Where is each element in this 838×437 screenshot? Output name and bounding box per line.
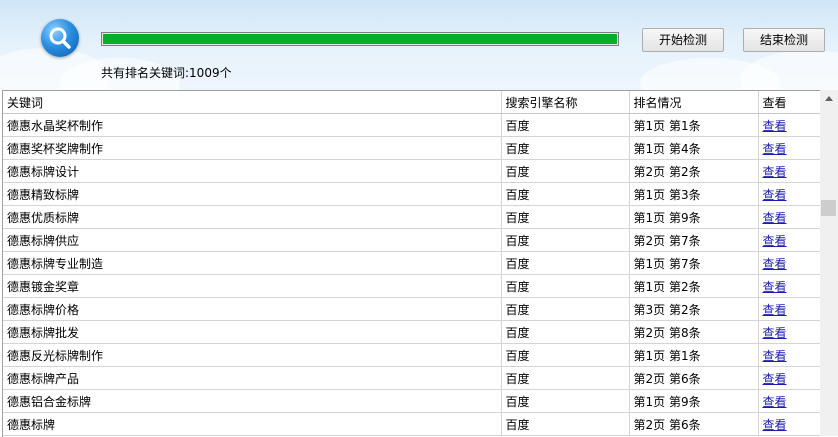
scroll-up-arrow-icon[interactable] [825, 96, 833, 101]
cell-engine: 百度 [501, 205, 630, 229]
cell-keyword: 德惠精致标牌 [3, 182, 502, 206]
table-row[interactable]: 德惠标牌供应 百度 第2页 第7条 查看 [3, 228, 821, 252]
cell-keyword: 德惠标牌批发 [3, 320, 502, 344]
table-row[interactable]: 德惠水晶奖杯制作 百度 第1页 第1条 查看 [3, 113, 821, 137]
cell-keyword: 德惠镀金奖章 [3, 274, 502, 298]
background-cloud [740, 50, 838, 90]
cell-rank: 第1页 第1条 [629, 113, 759, 137]
cell-engine: 百度 [501, 251, 630, 275]
cell-rank: 第2页 第6条 [629, 412, 759, 436]
cell-engine: 百度 [501, 228, 630, 252]
search-magnifier-icon [41, 19, 79, 57]
cell-rank: 第1页 第7条 [629, 251, 759, 275]
column-header-engine[interactable]: 搜索引擎名称 [501, 91, 630, 114]
cell-rank: 第2页 第8条 [629, 320, 759, 344]
cell-keyword: 德惠水晶奖杯制作 [3, 113, 502, 137]
cell-rank: 第2页 第2条 [629, 159, 759, 183]
cell-keyword: 德惠标牌 [3, 412, 502, 436]
cell-keyword: 德惠铝合金标牌 [3, 389, 502, 413]
cell-rank: 第1页 第4条 [629, 136, 759, 160]
table-row[interactable]: 德惠精致标牌 百度 第1页 第3条 查看 [3, 182, 821, 206]
cell-rank: 第1页 第1条 [629, 343, 759, 367]
view-link[interactable]: 查看 [758, 366, 821, 390]
vertical-scrollbar[interactable] [820, 90, 838, 436]
view-link[interactable]: 查看 [758, 251, 821, 275]
table-row[interactable]: 德惠标牌产品 百度 第2页 第6条 查看 [3, 366, 821, 390]
view-link[interactable]: 查看 [758, 320, 821, 344]
table-row[interactable]: 德惠标牌专业制造 百度 第1页 第7条 查看 [3, 251, 821, 275]
results-table: 关键词 搜索引擎名称 排名情况 查看 德惠水晶奖杯制作 百度 第1页 第1条 查看 德惠… [3, 91, 821, 436]
cell-engine: 百度 [501, 136, 630, 160]
table-row[interactable]: 德惠镀金奖章 百度 第1页 第2条 查看 [3, 274, 821, 298]
stop-detection-button[interactable]: 结束检测 [743, 28, 825, 52]
cell-rank: 第1页 第9条 [629, 205, 759, 229]
cell-engine: 百度 [501, 343, 630, 367]
cell-keyword: 德惠奖杯奖牌制作 [3, 136, 502, 160]
cell-keyword: 德惠优质标牌 [3, 205, 502, 229]
cell-engine: 百度 [501, 320, 630, 344]
progress-bar [101, 32, 619, 46]
table-row[interactable]: 德惠标牌 百度 第2页 第6条 查看 [3, 412, 821, 436]
view-link[interactable]: 查看 [758, 113, 821, 137]
cell-engine: 百度 [501, 389, 630, 413]
scroll-thumb[interactable] [821, 200, 836, 216]
table-row[interactable]: 德惠奖杯奖牌制作 百度 第1页 第4条 查看 [3, 136, 821, 160]
cell-rank: 第3页 第2条 [629, 297, 759, 321]
app-header: 开始检测 结束检测 共有排名关键词:1009个 [0, 0, 838, 90]
cell-engine: 百度 [501, 113, 630, 137]
cell-engine: 百度 [501, 297, 630, 321]
table-row[interactable]: 德惠优质标牌 百度 第1页 第9条 查看 [3, 205, 821, 229]
cell-engine: 百度 [501, 274, 630, 298]
view-link[interactable]: 查看 [758, 136, 821, 160]
cell-rank: 第1页 第3条 [629, 182, 759, 206]
view-link[interactable]: 查看 [758, 274, 821, 298]
cell-engine: 百度 [501, 412, 630, 436]
start-detection-button[interactable]: 开始检测 [642, 28, 724, 52]
view-link[interactable]: 查看 [758, 412, 821, 436]
table-row[interactable]: 德惠标牌设计 百度 第2页 第2条 查看 [3, 159, 821, 183]
cell-engine: 百度 [501, 366, 630, 390]
cell-rank: 第2页 第6条 [629, 366, 759, 390]
column-header-keyword[interactable]: 关键词 [3, 91, 502, 114]
cell-rank: 第1页 第2条 [629, 274, 759, 298]
results-table-container: 关键词 搜索引擎名称 排名情况 查看 德惠水晶奖杯制作 百度 第1页 第1条 查看 德惠… [2, 90, 821, 437]
table-row[interactable]: 德惠标牌价格 百度 第3页 第2条 查看 [3, 297, 821, 321]
view-link[interactable]: 查看 [758, 228, 821, 252]
cell-engine: 百度 [501, 159, 630, 183]
table-header-row: 关键词 搜索引擎名称 排名情况 查看 [3, 91, 821, 114]
view-link[interactable]: 查看 [758, 297, 821, 321]
cell-rank: 第1页 第9条 [629, 389, 759, 413]
table-row[interactable]: 德惠标牌批发 百度 第2页 第8条 查看 [3, 320, 821, 344]
table-row[interactable]: 德惠铝合金标牌 百度 第1页 第9条 查看 [3, 389, 821, 413]
cell-keyword: 德惠标牌设计 [3, 159, 502, 183]
keyword-count-summary: 共有排名关键词:1009个 [101, 66, 232, 80]
view-link[interactable]: 查看 [758, 205, 821, 229]
cell-engine: 百度 [501, 182, 630, 206]
view-link[interactable]: 查看 [758, 182, 821, 206]
table-row[interactable]: 德惠反光标牌制作 百度 第1页 第1条 查看 [3, 343, 821, 367]
view-link[interactable]: 查看 [758, 389, 821, 413]
cell-keyword: 德惠标牌价格 [3, 297, 502, 321]
cell-keyword: 德惠标牌专业制造 [3, 251, 502, 275]
cell-keyword: 德惠反光标牌制作 [3, 343, 502, 367]
column-header-view[interactable]: 查看 [758, 91, 821, 114]
cell-keyword: 德惠标牌供应 [3, 228, 502, 252]
view-link[interactable]: 查看 [758, 159, 821, 183]
view-link[interactable]: 查看 [758, 343, 821, 367]
cell-rank: 第2页 第7条 [629, 228, 759, 252]
progress-fill [103, 34, 617, 44]
column-header-rank[interactable]: 排名情况 [629, 91, 759, 114]
cell-keyword: 德惠标牌产品 [3, 366, 502, 390]
